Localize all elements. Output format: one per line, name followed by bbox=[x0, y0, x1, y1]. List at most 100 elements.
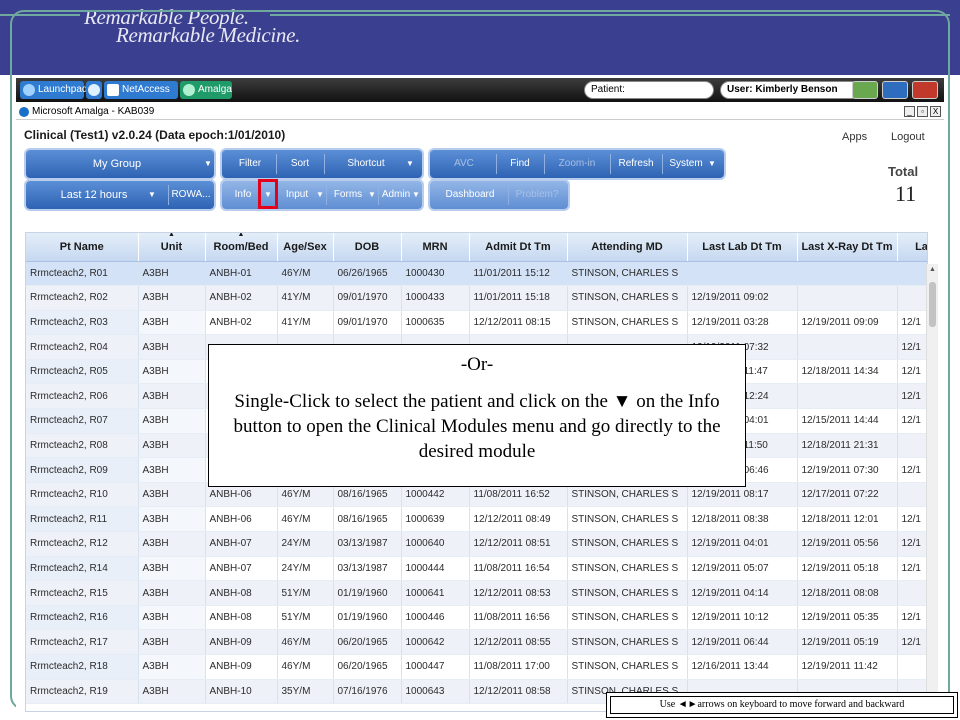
column-header[interactable]: ▲ Unit bbox=[138, 233, 206, 262]
column-header[interactable]: MRN bbox=[401, 233, 470, 262]
table-cell: 12/19/2011 04:01 bbox=[687, 531, 798, 557]
table-cell: 12/12/2011 08:15 bbox=[469, 310, 568, 336]
netaccess-button[interactable]: NetAccess bbox=[104, 81, 178, 99]
table-cell: 03/13/1987 bbox=[333, 531, 402, 557]
table-cell: STINSON, CHARLES S bbox=[567, 629, 688, 655]
table-row[interactable]: Rrmcteach2, R15 A3BH ANBH-08 51Y/M 01/19/196… bbox=[26, 580, 927, 606]
patient-field[interactable]: Patient: bbox=[584, 81, 714, 99]
table-cell: 09/01/1970 bbox=[333, 285, 402, 311]
table-row[interactable]: Rrmcteach2, R03 A3BH ANBH-02 41Y/M 09/01/197… bbox=[26, 310, 927, 336]
input-button[interactable]: Input bbox=[280, 181, 314, 209]
tagline-line2: Remarkable Medicine. bbox=[116, 23, 301, 47]
table-cell: 12/19/2011 03:28 bbox=[687, 310, 798, 336]
table-cell: STINSON, CHARLES S bbox=[567, 531, 688, 557]
sort-button[interactable]: Sort bbox=[278, 150, 322, 178]
lock-icon[interactable] bbox=[882, 81, 908, 99]
table-cell: 03/13/1987 bbox=[333, 556, 402, 582]
browser-button[interactable] bbox=[86, 81, 102, 99]
table-row[interactable]: Rrmcteach2, R01 A3BH ANBH-01 46Y/M 06/26/196… bbox=[26, 261, 927, 287]
table-cell: STINSON, CHARLES S bbox=[567, 556, 688, 582]
table-cell: 12/1 bbox=[897, 605, 927, 631]
launchpad-button[interactable]: Launchpad bbox=[20, 81, 88, 99]
column-header[interactable]: ▲ Room/Bed bbox=[205, 233, 278, 262]
column-header[interactable]: Pt Name bbox=[26, 233, 139, 262]
table-row[interactable]: Rrmcteach2, R18 A3BH ANBH-09 46Y/M 06/20/196… bbox=[26, 654, 927, 680]
refresh-button[interactable]: Refresh bbox=[612, 150, 660, 178]
forms-button[interactable]: Forms bbox=[330, 181, 366, 209]
table-cell bbox=[897, 285, 927, 311]
column-header[interactable]: Last Lab Dt Tm bbox=[687, 233, 798, 262]
vertical-scrollbar[interactable]: ▲ bbox=[926, 264, 938, 694]
chevron-down-icon: ▼ bbox=[368, 190, 376, 199]
table-cell: 1000433 bbox=[401, 285, 470, 311]
minimize-button[interactable]: _ bbox=[904, 106, 915, 117]
window-logo-icon bbox=[19, 107, 29, 117]
table-cell: Rrmcteach2, R08 bbox=[26, 433, 139, 459]
table-cell: Rrmcteach2, R07 bbox=[26, 408, 139, 434]
column-header[interactable]: Last X-Ray Dt Tm bbox=[797, 233, 898, 262]
dashboard-button[interactable]: Dashboard bbox=[434, 181, 506, 209]
separator bbox=[324, 154, 325, 174]
table-cell: A3BH bbox=[138, 556, 206, 582]
close-button[interactable]: X bbox=[930, 106, 941, 117]
table-cell: ANBH-09 bbox=[205, 654, 278, 680]
table-cell: STINSON, CHARLES S bbox=[567, 580, 688, 606]
table-cell bbox=[897, 433, 927, 459]
info-button[interactable]: Info bbox=[228, 181, 258, 209]
table-row[interactable]: Rrmcteach2, R02 A3BH ANBH-02 41Y/M 09/01/197… bbox=[26, 285, 927, 311]
table-cell: 12/1 bbox=[897, 531, 927, 557]
table-cell: A3BH bbox=[138, 285, 206, 311]
table-cell: 12/1 bbox=[897, 359, 927, 385]
table-cell: A3BH bbox=[138, 679, 206, 705]
problem-button[interactable]: Problem? bbox=[510, 181, 564, 209]
table-cell: 12/16/2011 13:44 bbox=[687, 654, 798, 680]
chevron-down-icon: ▼ bbox=[708, 159, 716, 168]
filter-button[interactable]: Filter bbox=[226, 150, 274, 178]
table-cell: 11/01/2011 15:12 bbox=[469, 261, 568, 287]
table-cell: A3BH bbox=[138, 580, 206, 606]
table-cell: 06/20/1965 bbox=[333, 629, 402, 655]
table-cell: STINSON, CHARLES S bbox=[567, 285, 688, 311]
logout-link[interactable]: Logout bbox=[891, 131, 925, 143]
column-header[interactable]: Attending MD bbox=[567, 233, 688, 262]
column-header[interactable]: Age/Sex bbox=[277, 233, 334, 262]
table-cell: 12/19/2011 05:56 bbox=[797, 531, 898, 557]
table-cell: ANBH-08 bbox=[205, 580, 278, 606]
rowa-button[interactable]: ROWA... bbox=[171, 181, 211, 209]
shortcut-button[interactable]: Shortcut bbox=[326, 150, 406, 178]
table-row[interactable]: Rrmcteach2, R14 A3BH ANBH-07 24Y/M 03/13/198… bbox=[26, 556, 927, 582]
table-cell: 51Y/M bbox=[277, 605, 334, 631]
avc-button[interactable]: AVC bbox=[434, 150, 494, 178]
time-filter[interactable]: Last 12 hours bbox=[26, 181, 162, 209]
column-header[interactable]: DOB bbox=[333, 233, 402, 262]
system-button[interactable]: System bbox=[664, 150, 708, 178]
table-cell bbox=[797, 334, 898, 360]
user-field[interactable]: User: Kimberly Benson bbox=[720, 81, 860, 99]
zoom-in-button[interactable]: Zoom-in bbox=[546, 150, 608, 178]
table-row[interactable]: Rrmcteach2, R17 A3BH ANBH-09 46Y/M 06/20/196… bbox=[26, 629, 927, 655]
table-row[interactable]: Rrmcteach2, R16 A3BH ANBH-08 51Y/M 01/19/196… bbox=[26, 605, 927, 631]
apps-link[interactable]: Apps bbox=[842, 131, 867, 143]
window-title: Microsoft Amalga - KAB039 bbox=[32, 106, 155, 117]
scroll-thumb[interactable] bbox=[929, 282, 936, 327]
table-cell: 11/08/2011 17:00 bbox=[469, 654, 568, 680]
column-header[interactable]: Admit Dt Tm bbox=[469, 233, 568, 262]
find-button[interactable]: Find bbox=[498, 150, 542, 178]
restore-button[interactable]: ▫ bbox=[917, 106, 928, 117]
table-row[interactable]: Rrmcteach2, R12 A3BH ANBH-07 24Y/M 03/13/198… bbox=[26, 531, 927, 557]
time-filter-bar: Last 12 hours ▼ ROWA... bbox=[26, 181, 214, 209]
table-cell: 11/08/2011 16:54 bbox=[469, 556, 568, 582]
table-row[interactable]: Rrmcteach2, R11 A3BH ANBH-06 46Y/M 08/16/196… bbox=[26, 506, 927, 533]
admin-button[interactable]: Admin bbox=[380, 181, 412, 209]
table-cell: 1000446 bbox=[401, 605, 470, 631]
header-divider-right bbox=[270, 14, 950, 16]
group-selector[interactable]: My Group ▼ bbox=[26, 150, 214, 178]
table-cell: 1000640 bbox=[401, 531, 470, 557]
chevron-down-icon: ▼ bbox=[204, 159, 212, 168]
scroll-up-icon[interactable]: ▲ bbox=[929, 266, 936, 273]
exit-icon[interactable] bbox=[912, 81, 938, 99]
column-header[interactable]: La bbox=[897, 233, 927, 262]
id-card-icon[interactable] bbox=[852, 81, 878, 99]
separator bbox=[276, 154, 277, 174]
amalga-button[interactable]: Amalga bbox=[180, 81, 232, 99]
